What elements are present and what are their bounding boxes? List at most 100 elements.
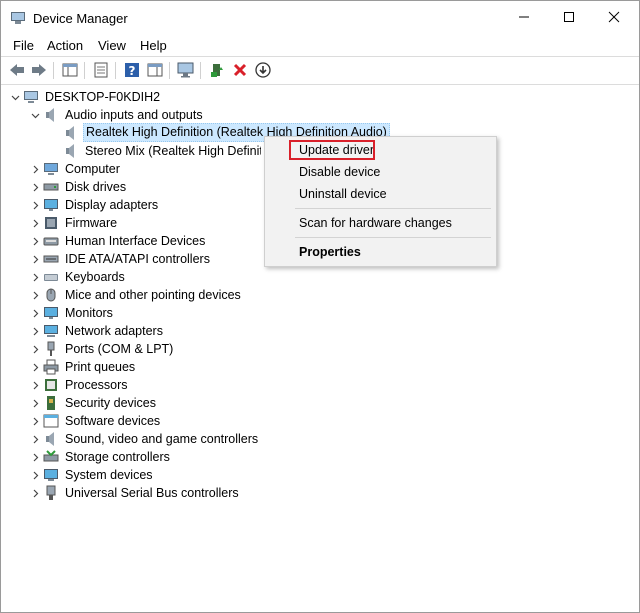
toolbar-separator — [115, 62, 116, 79]
help-icon: ? — [125, 63, 139, 78]
network-adapter-icon — [44, 325, 58, 337]
disable-device-toolbar-button[interactable] — [254, 61, 272, 79]
tree-category[interactable]: Mice and other pointing devices — [29, 286, 329, 304]
chevron-right-icon[interactable] — [29, 376, 41, 394]
chevron-right-icon[interactable] — [29, 232, 41, 250]
tree-device-label: Stereo Mix (Realtek High Definition Audi… — [85, 144, 261, 158]
usb-icon — [46, 485, 56, 500]
toolbar-separator — [53, 62, 54, 79]
tree-category[interactable]: Sound, video and game controllers — [29, 430, 329, 448]
ide-controller-icon — [43, 255, 59, 263]
maximize-button[interactable] — [546, 1, 592, 33]
storage-controller-icon — [43, 450, 59, 462]
hid-icon — [43, 237, 59, 246]
tree-category-label: Storage controllers — [65, 450, 170, 464]
menu-item-disable-device[interactable]: Disable device — [299, 165, 380, 179]
chevron-right-icon[interactable] — [29, 196, 41, 214]
tree-category-label: Human Interface Devices — [65, 234, 206, 248]
menu-item-uninstall-device[interactable]: Uninstall device — [299, 187, 387, 201]
scan-hardware-button[interactable] — [177, 61, 195, 79]
menu-separator — [295, 208, 491, 209]
back-button[interactable] — [8, 61, 26, 79]
chevron-right-icon[interactable] — [29, 214, 41, 232]
tree-category[interactable]: System devices — [29, 466, 329, 484]
help-toolbar-button[interactable]: ? — [123, 61, 141, 79]
processor-icon — [45, 379, 57, 391]
chevron-right-icon[interactable] — [29, 358, 41, 376]
tree-category[interactable]: Monitors — [29, 304, 329, 322]
tree-category-label: Keyboards — [65, 270, 125, 284]
forward-button[interactable] — [30, 61, 48, 79]
tree-category-label: Computer — [65, 162, 120, 176]
chevron-right-icon[interactable] — [29, 304, 41, 322]
show-hide-tree-button[interactable] — [61, 61, 79, 79]
chevron-right-icon[interactable] — [29, 394, 41, 412]
tree-category-label: Ports (COM & LPT) — [65, 342, 174, 356]
menu-help[interactable]: Help — [140, 38, 167, 53]
device-manager-icon — [11, 12, 25, 24]
tree-category-label: Universal Serial Bus controllers — [65, 486, 239, 500]
tree-category-label: Software devices — [65, 414, 161, 428]
properties-toolbar-button[interactable] — [92, 61, 110, 79]
computer-icon — [24, 91, 38, 103]
security-device-icon — [47, 396, 55, 410]
tree-category[interactable]: Storage controllers — [29, 448, 329, 466]
tree-category[interactable]: Software devices — [29, 412, 329, 430]
action-pane-icon — [147, 63, 163, 77]
system-device-icon — [44, 469, 58, 481]
chevron-right-icon[interactable] — [29, 286, 41, 304]
tree-category-audio[interactable]: Audio inputs and outputs — [29, 106, 329, 124]
keyboard-icon — [44, 274, 58, 281]
tree-category[interactable]: Security devices — [29, 394, 329, 412]
download-circle-icon — [255, 62, 271, 78]
chevron-right-icon[interactable] — [29, 448, 41, 466]
update-driver-icon — [211, 64, 223, 77]
chevron-right-icon[interactable] — [29, 466, 41, 484]
toolbar-separator — [200, 62, 201, 79]
software-device-icon — [43, 414, 59, 428]
minimize-icon — [519, 16, 529, 18]
device-manager-window: Device Manager File Action View Help ? D… — [0, 0, 640, 613]
chevron-right-icon[interactable] — [29, 250, 41, 268]
svg-text:?: ? — [129, 64, 136, 78]
tree-category[interactable]: Network adapters — [29, 322, 329, 340]
menu-action[interactable]: Action — [47, 38, 83, 53]
tree-category[interactable]: Print queues — [29, 358, 329, 376]
tree-category[interactable]: Keyboards — [29, 268, 329, 286]
chevron-right-icon[interactable] — [29, 268, 41, 286]
tree-category-label: Audio inputs and outputs — [65, 108, 203, 122]
tree-root[interactable]: DESKTOP-F0KDIH2 — [9, 88, 309, 106]
chevron-right-icon[interactable] — [29, 484, 41, 502]
close-button[interactable] — [591, 1, 637, 33]
menu-file[interactable]: File — [13, 38, 34, 53]
menu-item-scan-hardware[interactable]: Scan for hardware changes — [299, 216, 452, 230]
firmware-icon — [45, 217, 57, 229]
chevron-right-icon[interactable] — [29, 412, 41, 430]
disk-drive-icon — [43, 183, 59, 191]
chevron-right-icon[interactable] — [29, 340, 41, 358]
tree-category-label: Firmware — [65, 216, 118, 230]
menu-bar: File Action View Help — [1, 35, 639, 55]
tree-category-label: Monitors — [65, 306, 113, 320]
forward-arrow-icon — [32, 64, 46, 76]
tree-category[interactable]: Universal Serial Bus controllers — [29, 484, 329, 502]
chevron-right-icon[interactable] — [29, 160, 41, 178]
close-icon — [608, 11, 620, 23]
tree-category[interactable]: Processors — [29, 376, 329, 394]
printer-icon — [43, 359, 59, 375]
chevron-right-icon[interactable] — [29, 322, 41, 340]
update-driver-toolbar-button[interactable] — [208, 61, 226, 79]
tree-device-stereo-mix[interactable]: Stereo Mix (Realtek High Definition Audi… — [49, 142, 261, 160]
chevron-down-icon[interactable] — [9, 88, 21, 106]
menu-item-properties[interactable]: Properties — [299, 245, 361, 259]
console-tree-icon — [62, 63, 78, 77]
menu-view[interactable]: View — [98, 38, 126, 53]
tree-category[interactable]: Ports (COM & LPT) — [29, 340, 329, 358]
tree-category-label: Disk drives — [65, 180, 127, 194]
uninstall-toolbar-button[interactable] — [231, 61, 249, 79]
chevron-right-icon[interactable] — [29, 430, 41, 448]
chevron-down-icon[interactable] — [29, 106, 41, 124]
minimize-button[interactable] — [501, 1, 547, 33]
chevron-right-icon[interactable] — [29, 178, 41, 196]
action-pane-button[interactable] — [146, 61, 164, 79]
